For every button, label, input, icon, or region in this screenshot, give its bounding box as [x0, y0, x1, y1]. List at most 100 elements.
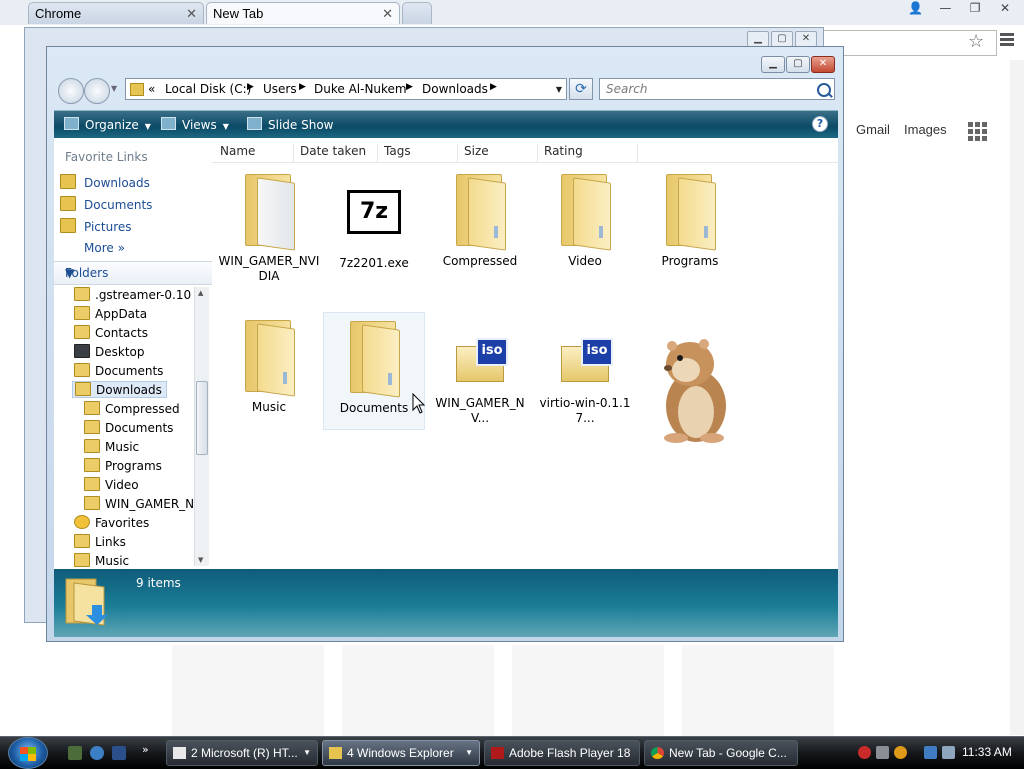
forward-button[interactable]	[84, 78, 110, 104]
most-visited-tile[interactable]	[342, 645, 494, 740]
most-visited-tile[interactable]	[682, 645, 834, 740]
address-bar[interactable]: « Local Disk (C:) ▶ Users ▶ Duke Al-Nuke…	[125, 78, 567, 100]
close-icon[interactable]: ✕	[382, 3, 393, 24]
back-button[interactable]	[58, 78, 84, 104]
internet-explorer-icon[interactable]	[90, 746, 104, 760]
tree-item-video[interactable]: Video	[84, 477, 139, 494]
restore-icon[interactable]: ▢	[771, 31, 793, 47]
network-icon[interactable]	[876, 746, 889, 759]
breadcrumb-downloads[interactable]: Downloads	[422, 82, 488, 96]
switch-windows-icon[interactable]	[112, 746, 126, 760]
refresh-button[interactable]: ⟳	[569, 78, 593, 100]
views-button[interactable]: Views ▼	[161, 117, 229, 132]
favorite-link-pictures[interactable]: Pictures	[60, 218, 132, 234]
search-icon[interactable]	[894, 746, 907, 759]
file-item-hovered[interactable]: Documents	[323, 312, 425, 430]
file-item[interactable]: WIN_GAMER_NVIDIA	[218, 170, 320, 284]
column-tags[interactable]: Tags	[378, 144, 458, 162]
column-rating[interactable]: Rating	[538, 144, 638, 162]
volume-icon[interactable]	[942, 746, 955, 759]
scroll-down-icon[interactable]: ▼	[198, 556, 203, 564]
maximize-icon[interactable]: ▢	[786, 56, 810, 73]
chrome-tab-new-tab[interactable]: New Tab ✕	[206, 2, 400, 24]
tree-item-win-gamer[interactable]: WIN_GAMER_NV	[84, 496, 194, 513]
tree-item-documents[interactable]: Documents	[74, 363, 163, 380]
taskbar-item-windows-explorer[interactable]: 4 Windows Explorer ▼	[322, 740, 480, 766]
minimize-icon[interactable]: ▁	[747, 31, 769, 47]
images-link[interactable]: Images	[904, 122, 947, 137]
tree-item-desktop[interactable]: Desktop	[74, 344, 145, 361]
bookmark-star-icon[interactable]: ☆	[968, 31, 984, 52]
most-visited-tile[interactable]	[512, 645, 664, 740]
slideshow-button[interactable]: Slide Show	[247, 117, 333, 132]
folders-heading[interactable]: Folders ▼	[54, 261, 212, 285]
tree-item-contacts[interactable]: Contacts	[74, 325, 148, 342]
recent-pages-chevron-icon[interactable]: ▼	[111, 84, 117, 93]
tree-item-links[interactable]: Links	[74, 534, 126, 551]
address-dropdown-icon[interactable]: ▼	[556, 85, 562, 94]
taskbar-item-google-chrome[interactable]: New Tab - Google C...	[644, 740, 798, 766]
search-icon[interactable]	[817, 83, 831, 97]
error-icon[interactable]	[858, 746, 871, 759]
breadcrumb-local-disk[interactable]: Local Disk (C:)	[165, 82, 251, 96]
column-date-taken[interactable]: Date taken	[294, 144, 378, 162]
new-tab-button[interactable]	[402, 2, 432, 24]
tree-item-downloads[interactable]: Downloads	[72, 381, 167, 398]
show-desktop-icon[interactable]	[68, 746, 82, 760]
help-icon[interactable]: ?	[812, 116, 828, 132]
column-size[interactable]: Size	[458, 144, 538, 162]
minimize-icon[interactable]: —	[932, 0, 958, 17]
scroll-up-icon[interactable]: ▲	[198, 289, 203, 297]
folder-tree-scrollbar[interactable]: ▲ ▼	[194, 287, 209, 566]
quicklaunch-overflow-icon[interactable]: »	[142, 743, 156, 757]
tree-item-programs[interactable]: Programs	[84, 458, 162, 475]
breadcrumb-users[interactable]: Users	[263, 82, 297, 96]
tree-item-music[interactable]: Music	[74, 553, 129, 570]
favorite-link-documents[interactable]: Documents	[60, 196, 152, 212]
file-item[interactable]: Music	[218, 316, 320, 415]
column-name[interactable]: Name	[214, 144, 294, 162]
breadcrumb-chevron-icon[interactable]: ▶	[299, 82, 306, 92]
favorite-link-downloads[interactable]: Downloads	[60, 174, 150, 190]
hamster-image[interactable]	[646, 334, 738, 446]
chrome-menu-icon[interactable]	[1000, 33, 1014, 48]
close-icon[interactable]: ✕	[795, 31, 817, 47]
search-input[interactable]: Search	[599, 78, 835, 100]
file-item[interactable]: 7z 7z2201.exe	[323, 170, 425, 271]
breadcrumb-duke-al-nukem[interactable]: Duke Al-Nukem	[314, 82, 407, 96]
taskbar-item-flash-player[interactable]: Adobe Flash Player 18	[484, 740, 640, 766]
user-icon[interactable]: 👤	[903, 0, 929, 17]
gmail-link[interactable]: Gmail	[856, 122, 890, 137]
minimize-icon[interactable]: ▁	[761, 56, 785, 73]
close-icon[interactable]: ✕	[811, 56, 835, 73]
clock[interactable]: 11:33 AM	[962, 745, 1012, 759]
display-icon[interactable]	[924, 746, 937, 759]
tree-item-compressed[interactable]: Compressed	[84, 401, 180, 418]
file-item[interactable]: Compressed	[429, 170, 531, 269]
tree-item-gstreamer[interactable]: .gstreamer-0.10	[74, 287, 191, 304]
close-icon[interactable]: ✕	[992, 0, 1018, 17]
tree-item-documents-sub[interactable]: Documents	[84, 420, 173, 437]
breadcrumb-chevron-icon[interactable]: ▶	[406, 82, 413, 92]
restore-icon[interactable]: ❐	[962, 0, 988, 17]
file-item[interactable]: iso virtio-win-0.1.17...	[534, 316, 636, 426]
chrome-tab-chrome[interactable]: Chrome ✕	[28, 2, 204, 24]
breadcrumb-overflow[interactable]: «	[148, 82, 155, 96]
breadcrumb-chevron-icon[interactable]: ▶	[490, 82, 497, 92]
close-icon[interactable]: ✕	[186, 3, 197, 24]
tree-item-appdata[interactable]: AppData	[74, 306, 147, 323]
organize-button[interactable]: Organize ▼	[64, 117, 151, 132]
breadcrumb-chevron-icon[interactable]: ▶	[247, 82, 254, 92]
tree-item-music-sub[interactable]: Music	[84, 439, 139, 456]
taskbar-item-microsoft-ht[interactable]: 2 Microsoft (R) HT... ▼	[166, 740, 318, 766]
chrome-scrollbar[interactable]	[1010, 60, 1024, 735]
more-favorites-link[interactable]: More »	[84, 241, 125, 255]
file-item[interactable]: Video	[534, 170, 636, 269]
apps-grid-icon[interactable]	[968, 122, 987, 141]
most-visited-tile[interactable]	[172, 645, 324, 740]
start-button[interactable]	[8, 737, 48, 769]
tree-item-favorites[interactable]: Favorites	[74, 515, 149, 532]
file-item[interactable]: Programs	[639, 170, 741, 269]
file-item[interactable]: iso WIN_GAMER_NV...	[429, 316, 531, 426]
scrollbar-thumb[interactable]	[196, 381, 208, 455]
